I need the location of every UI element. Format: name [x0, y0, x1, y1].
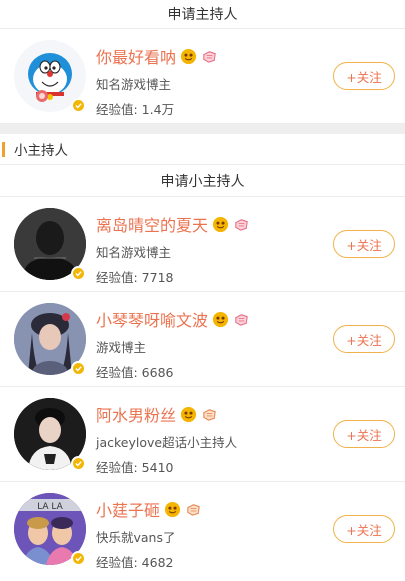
apply-host-button[interactable]: 申请主持人	[0, 0, 405, 29]
host-exp: 经验值: 5410	[96, 460, 174, 475]
small-host-row[interactable]: 小琴琴呀喻文波 游戏博主 经验值: 6686 +关注	[0, 292, 405, 387]
follow-button[interactable]: +关注	[333, 325, 395, 353]
host-title: 游戏博主	[96, 340, 147, 355]
verified-badge-icon	[71, 98, 86, 113]
host-title: 知名游戏博主	[96, 245, 172, 260]
avatar[interactable]	[14, 303, 86, 376]
host-level-badge-icon	[180, 48, 197, 64]
host-name[interactable]: 你最好看呐	[96, 44, 176, 68]
verified-badge-icon	[71, 456, 86, 471]
host-title: 快乐就vans了	[96, 530, 176, 545]
avatar[interactable]	[14, 398, 86, 471]
apply-host-label: 申请主持人	[167, 7, 238, 23]
host-title: jackeylove超话小主持人	[96, 435, 238, 450]
hand-badge-icon	[187, 503, 200, 516]
verified-badge-icon	[71, 266, 86, 281]
verified-badge-icon	[71, 361, 86, 376]
small-host-row[interactable]: 离岛晴空的夏天 知名游戏博主 经验值: 7718 +关注	[0, 197, 405, 292]
follow-button[interactable]: +关注	[333, 420, 395, 448]
hand-badge-icon	[203, 50, 216, 63]
hand-badge-icon	[235, 218, 248, 231]
follow-button[interactable]: +关注	[333, 515, 395, 543]
host-exp: 经验值: 1.4万	[96, 102, 175, 117]
host-level-badge-icon	[212, 311, 229, 327]
host-level-badge-icon	[164, 501, 181, 517]
apply-small-host-button[interactable]: 申请小主持人	[0, 165, 405, 197]
host-name[interactable]: 小琴琴呀喻文波	[96, 307, 208, 331]
host-name[interactable]: 阿水男粉丝	[96, 402, 176, 426]
follow-button[interactable]: +关注	[333, 62, 395, 90]
host-exp: 经验值: 4682	[96, 555, 174, 570]
host-name[interactable]: 离岛晴空的夏天	[96, 212, 208, 236]
hand-badge-icon	[235, 313, 248, 326]
small-hosts-section-header: 小主持人	[0, 134, 405, 165]
main-host-row[interactable]: 你最好看呐 知名游戏博主 经验值: 1.4万 +关注	[0, 29, 405, 124]
avatar[interactable]	[14, 40, 86, 113]
host-level-badge-icon	[180, 406, 197, 422]
verified-badge-icon	[71, 551, 86, 566]
host-name[interactable]: 小莛子砸	[96, 497, 160, 521]
section-title: 小主持人	[14, 143, 68, 159]
section-divider	[0, 124, 405, 134]
host-level-badge-icon	[212, 216, 229, 232]
hand-badge-icon	[203, 408, 216, 421]
section-marker	[2, 141, 5, 157]
small-host-row[interactable]: 阿水男粉丝 jackeylove超话小主持人 经验值: 5410 +关注	[0, 387, 405, 482]
avatar[interactable]	[14, 208, 86, 281]
follow-button[interactable]: +关注	[333, 230, 395, 258]
small-host-row[interactable]: LA LA 小莛子砸 快乐就vans了 经验值: 4682 +关注	[0, 482, 405, 576]
avatar-poster-text: LA LA	[37, 502, 63, 512]
host-exp: 经验值: 6686	[96, 365, 174, 380]
avatar[interactable]: LA LA	[14, 493, 86, 566]
host-title: 知名游戏博主	[96, 77, 172, 92]
apply-small-host-label: 申请小主持人	[160, 173, 245, 190]
host-exp: 经验值: 7718	[96, 270, 174, 285]
